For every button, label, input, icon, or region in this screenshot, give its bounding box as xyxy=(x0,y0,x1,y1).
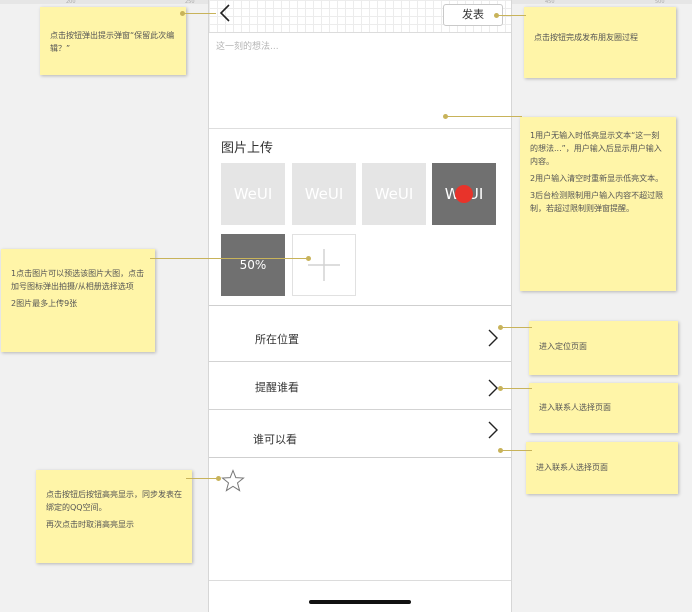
image-thumbnail[interactable]: WeUI xyxy=(221,163,285,225)
visibility-row[interactable]: 谁可以看 xyxy=(209,410,511,458)
connector-dot xyxy=(216,476,221,481)
post-text-input[interactable]: 这一刻的想法... xyxy=(209,33,511,129)
annotation-visibility: 进入联系人选择页面 xyxy=(526,442,678,494)
uploading-thumbnail: 50% xyxy=(221,234,285,296)
annotation-remind-text: 进入联系人选择页面 xyxy=(539,403,611,412)
annotation-star-text-2: 再次点击时取消高亮显示 xyxy=(46,520,134,529)
connector-dot xyxy=(498,448,503,453)
ruler-tick: 250 xyxy=(185,0,195,5)
image-thumbnail[interactable]: WeUI xyxy=(432,163,496,225)
post-text-placeholder: 这一刻的想法... xyxy=(216,42,279,52)
connector-line xyxy=(445,116,522,117)
connector-dot xyxy=(498,325,503,330)
annotation-back: 点击按钮弹出提示弹窗“保留此次编辑？” xyxy=(40,7,186,75)
annotation-composer: 1用户无输入时低亮显示文本“这一刻的想法...”，用户输入后显示用户输入内容。 … xyxy=(520,117,676,291)
annotation-images-text-1: 1点击图片可以预选该图片大图，点击加号图标弹出拍摄/从相册选择选项 xyxy=(11,269,145,291)
add-image-button[interactable] xyxy=(292,234,356,296)
connector-line xyxy=(500,450,532,451)
connector-dot xyxy=(498,386,503,391)
back-icon[interactable] xyxy=(217,3,233,23)
connector-line xyxy=(500,327,532,328)
top-bar: 发表 xyxy=(209,0,511,33)
visibility-label: 谁可以看 xyxy=(253,433,297,446)
connector-line xyxy=(500,388,532,389)
annotation-location-text: 进入定位页面 xyxy=(539,342,587,351)
chevron-right-icon xyxy=(488,421,498,439)
connector-dot xyxy=(180,11,185,16)
connector-line xyxy=(150,258,308,259)
upload-progress-label: 50% xyxy=(239,258,267,272)
plus-icon xyxy=(308,249,340,281)
remind-row[interactable]: 提醒谁看 xyxy=(209,362,511,410)
star-icon[interactable] xyxy=(221,469,245,493)
ruler-tick: 500 xyxy=(655,0,665,5)
connector-dot xyxy=(443,114,448,119)
annotation-star-text-1: 点击按钮后按钮高亮显示，同步发表在绑定的QQ空间。 xyxy=(46,490,182,512)
image-thumbnail[interactable]: WeUI xyxy=(292,163,356,225)
annotation-images-text-2: 2图片最多上传9张 xyxy=(11,299,78,308)
image-thumbnail[interactable]: WeUI xyxy=(362,163,426,225)
annotation-remind: 进入联系人选择页面 xyxy=(529,383,678,433)
chevron-right-icon xyxy=(488,329,498,347)
connector-dot xyxy=(494,13,499,18)
delete-icon[interactable] xyxy=(455,185,473,203)
location-label: 所在位置 xyxy=(255,333,299,346)
annotation-images: 1点击图片可以预选该图片大图，点击加号图标弹出拍摄/从相册选择选项 2图片最多上… xyxy=(1,249,155,352)
annotation-star: 点击按钮后按钮高亮显示，同步发表在绑定的QQ空间。 再次点击时取消高亮显示 xyxy=(36,470,192,563)
connector-line xyxy=(186,478,218,479)
annotation-composer-text-1: 1用户无输入时低亮显示文本“这一刻的想法...”，用户输入后显示用户输入内容。 xyxy=(530,131,662,166)
remind-label: 提醒谁看 xyxy=(255,381,299,394)
annotation-visibility-text: 进入联系人选择页面 xyxy=(536,463,608,472)
connector-line xyxy=(182,13,216,14)
annotation-composer-text-3: 3后台检测限制用户输入内容不超过限制，若超过限制则弹窗提醒。 xyxy=(530,191,664,213)
connector-line xyxy=(496,15,526,16)
ruler-tick: 200 xyxy=(66,0,76,5)
connector-dot xyxy=(306,256,311,261)
ruler-tick: 450 xyxy=(545,0,555,5)
phone-screen: 发表 这一刻的想法... 图片上传 WeUI WeUI WeUI WeUI 50… xyxy=(208,0,512,612)
annotation-composer-text-2: 2用户输入清空时重新显示低亮文本。 xyxy=(530,174,664,183)
annotation-location: 进入定位页面 xyxy=(529,321,678,375)
bottom-divider xyxy=(209,580,511,581)
location-row[interactable]: 所在位置 xyxy=(209,314,511,362)
annotation-publish-text: 点击按钮完成发布朋友圈过程 xyxy=(534,33,638,42)
annotation-publish: 点击按钮完成发布朋友圈过程 xyxy=(524,7,676,78)
option-list: 所在位置 提醒谁看 谁可以看 xyxy=(209,305,511,458)
home-indicator xyxy=(309,600,411,604)
annotation-back-text: 点击按钮弹出提示弹窗“保留此次编辑？” xyxy=(50,31,175,53)
image-upload-title: 图片上传 xyxy=(221,141,274,156)
